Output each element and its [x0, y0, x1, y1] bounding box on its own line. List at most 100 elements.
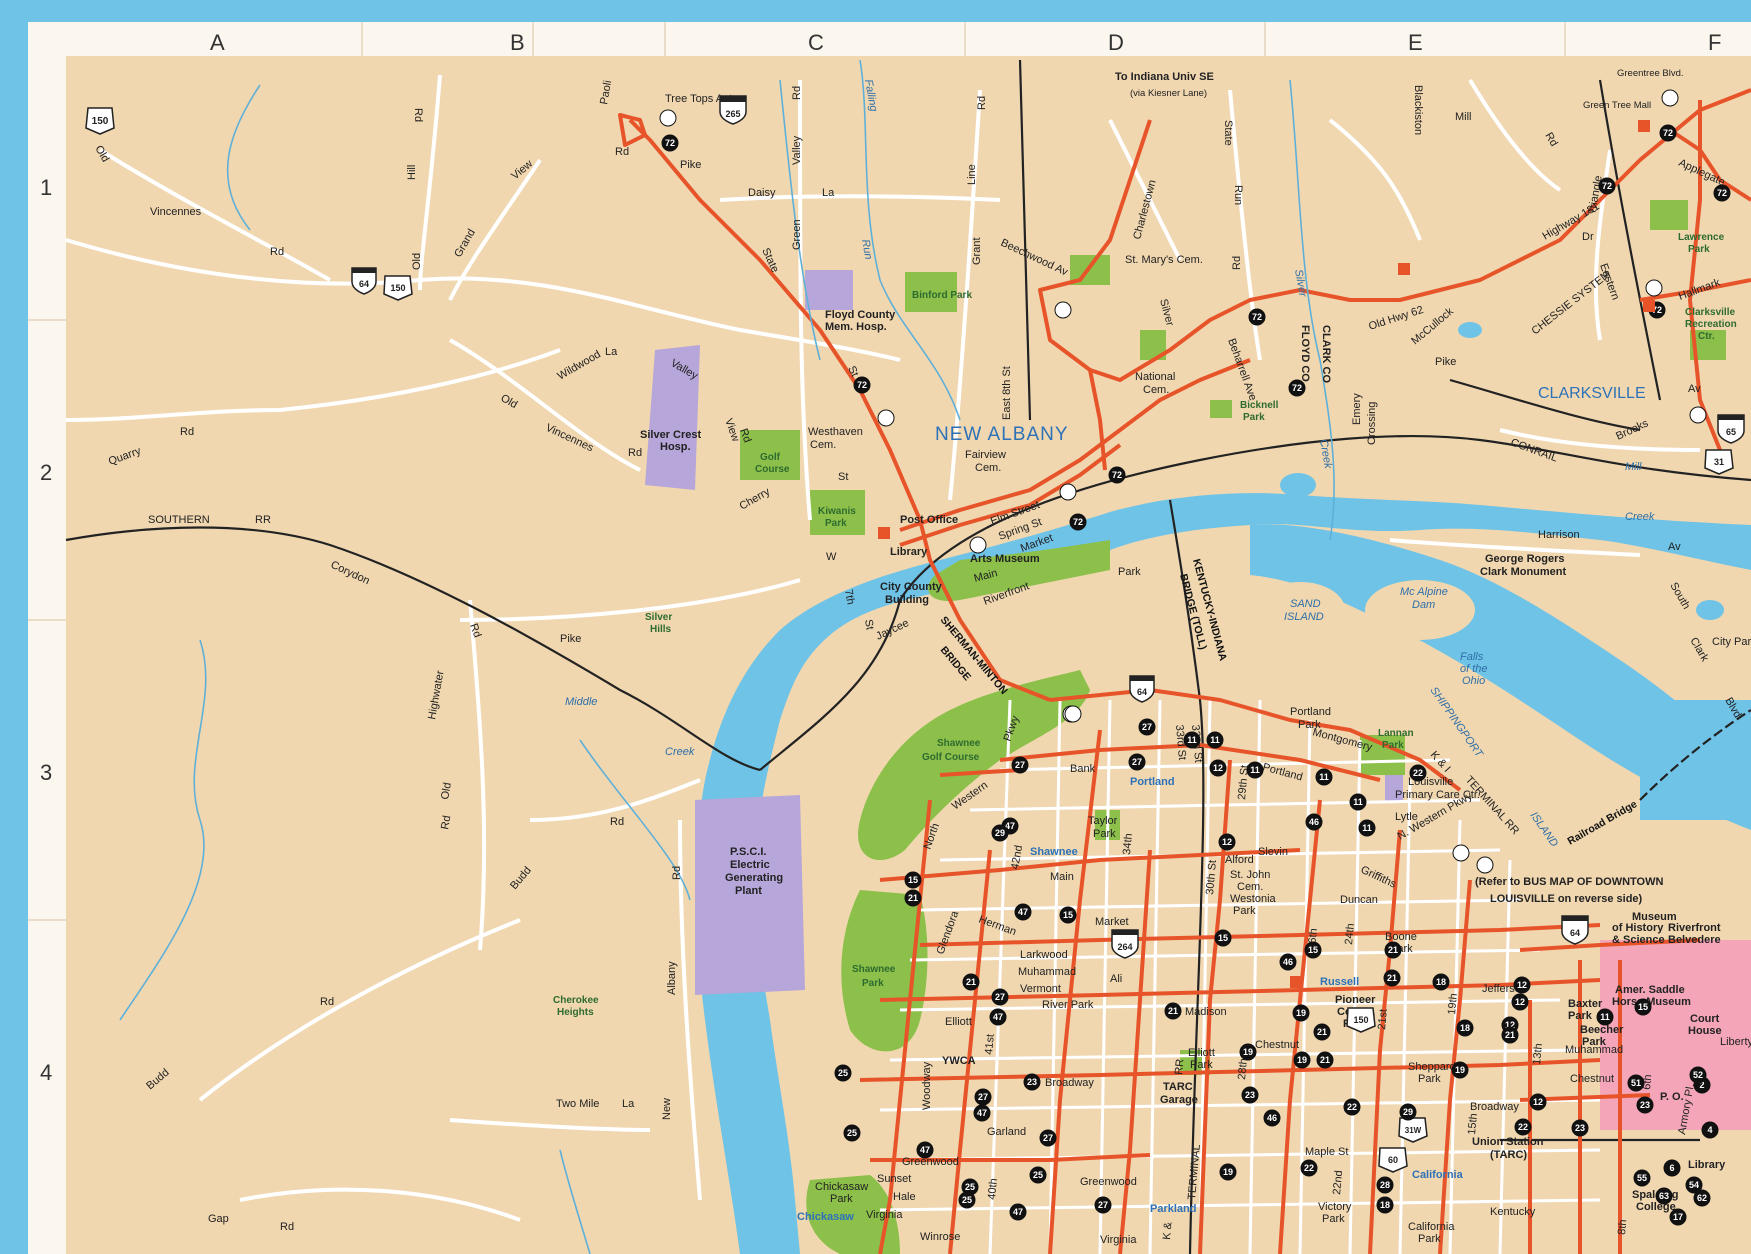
bus-route-number: 11: [1600, 1012, 1610, 1022]
road-line: Line: [966, 164, 978, 185]
road-rd-3: Rd: [412, 108, 424, 122]
road-st-15: 15th: [1466, 1113, 1480, 1135]
place-california: California: [1412, 1169, 1464, 1181]
bus-route-number: 21: [966, 977, 976, 987]
place-new-albany: NEW ALBANY: [935, 424, 1069, 445]
landmark-floyd-hosp-2: Mem. Hosp.: [825, 321, 887, 333]
bus-route-number: 72: [1292, 383, 1302, 393]
bus-route-number: 72: [1073, 517, 1083, 527]
note-indiana-univ: To Indiana Univ SE: [1115, 71, 1214, 83]
road-rd-5: Rd: [976, 96, 988, 110]
shield-us150-russell: 150: [1346, 1007, 1376, 1033]
landmark-fairview-2: Cem.: [975, 462, 1001, 474]
bus-route-number: 54: [1689, 1180, 1699, 1190]
road-rd-16: Rd: [280, 1221, 294, 1233]
road-woodway: Woodway: [921, 1061, 933, 1110]
bus-route-number: 27: [1043, 1133, 1053, 1143]
road-st-2: St: [838, 471, 848, 483]
shield-i64-downtown: 64: [1561, 915, 1589, 945]
road-broadway-1: Broadway: [1045, 1077, 1094, 1089]
landmark-city-county-2: Building: [885, 594, 929, 606]
bus-route-number: 15: [1218, 933, 1228, 943]
bus-route-number: 55: [1637, 1173, 1647, 1183]
road-run-1: Run: [1232, 185, 1244, 205]
bus-route-number: 63: [1659, 1191, 1669, 1201]
bus-route-number: 21: [1168, 1006, 1178, 1016]
bus-route-number: 73: [1063, 487, 1073, 497]
road-river-park: River Park: [1042, 999, 1094, 1011]
road-hale: Hale: [893, 1191, 916, 1203]
road-valley-1: Valley: [791, 135, 803, 165]
place-russell: Russell: [1320, 976, 1359, 988]
bus-route-number: 4: [1707, 1125, 1712, 1135]
landmark-st-john-2: Cem.: [1237, 881, 1263, 893]
water-mill-creek-2: Creek: [1625, 511, 1655, 523]
bus-route-number: 12: [1515, 997, 1525, 1007]
grid-col-b: B: [510, 30, 525, 55]
road-muhammad-2: Muhammad: [1565, 1044, 1623, 1056]
grid-row-1: 1: [40, 175, 52, 200]
landmark-st-marys: St. Mary's Cem.: [1125, 254, 1203, 266]
bus-route-number: 70: [1665, 93, 1675, 103]
road-bank: Bank: [1070, 763, 1096, 775]
bus-route-number: 72: [1663, 128, 1673, 138]
park-westonia-1: Westonia: [1230, 893, 1277, 905]
shield-i64-bridge: 64: [1129, 675, 1155, 703]
park-kiwanis-2: Park: [825, 518, 847, 529]
road-la-2: La: [605, 346, 618, 358]
place-chickasaw: Chickasaw: [797, 1211, 854, 1223]
road-elliott: Elliott: [945, 1016, 972, 1028]
grid-col-d: D: [1108, 30, 1124, 55]
road-two-mile: Two Mile: [556, 1098, 599, 1110]
bus-route-number: 22: [1347, 1102, 1357, 1112]
park-elliott-2: Park: [1190, 1059, 1213, 1071]
road-winrose: Winrose: [920, 1231, 960, 1243]
road-mill: Mill: [1455, 111, 1472, 123]
svg-text:31: 31: [1714, 457, 1724, 467]
bus-route-number: 69: [663, 113, 673, 123]
place-clarksville: CLARKSVILLE: [1538, 385, 1646, 402]
water-mcalpine-1: Mc Alpine: [1400, 586, 1448, 598]
road-pike-3: Pike: [560, 633, 581, 645]
road-pike-2: Pike: [1435, 356, 1456, 368]
landmark-fairview-1: Fairview: [965, 449, 1006, 461]
lake-1: [1280, 473, 1316, 497]
bus-route-number: 11: [1362, 823, 1372, 833]
bus-route-number: 12: [1213, 763, 1223, 773]
floyd-hosp-area: [805, 270, 853, 310]
svg-text:64: 64: [1570, 928, 1580, 938]
bus-route-number: 72: [1252, 312, 1262, 322]
bus-route-number: 11: [1353, 797, 1363, 807]
landmark-floyd-hosp-1: Floyd County: [825, 309, 896, 321]
bus-route-number: 69: [881, 413, 891, 423]
park-golf-2: Course: [755, 464, 790, 475]
water-mill-creek: Mill: [1625, 461, 1642, 473]
bus-route-number: 12: [1517, 980, 1527, 990]
road-vermont: Vermont: [1020, 983, 1061, 995]
bus-route-number: 23: [1640, 1100, 1650, 1110]
bus-route-number: 29: [995, 828, 1005, 838]
bus-route-number: 23: [1245, 1090, 1255, 1100]
road-daisy: Daisy: [748, 187, 776, 199]
svg-text:64: 64: [1137, 687, 1147, 697]
bus-route-number: 17: [1673, 1212, 1683, 1222]
note-bus-map-ref-2: LOUISVILLE on reverse side): [1490, 893, 1643, 905]
landmark-library: Library: [890, 546, 928, 558]
road-st-24: 24th: [1343, 923, 1357, 945]
landmark-science-1: & Science: [1612, 934, 1665, 946]
water-falls-3: Ohio: [1462, 675, 1485, 687]
road-larkwood: Larkwood: [1020, 949, 1068, 961]
lake-3: [1696, 600, 1724, 620]
road-grant: Grant: [971, 237, 983, 265]
bus-route-number: 46: [1267, 1113, 1277, 1123]
svg-text:264: 264: [1117, 942, 1132, 952]
road-st-41: 41st: [983, 1033, 997, 1055]
road-kentucky: Kentucky: [1490, 1206, 1536, 1218]
road-rd-9: Rd: [628, 447, 642, 459]
grid-row-4: 4: [40, 1060, 52, 1085]
bus-route-number: 25: [965, 1182, 975, 1192]
road-rd-14: Rd: [671, 866, 683, 880]
park-clarksville-rec-1: Clarksville: [1685, 307, 1735, 318]
shield-i265: 265: [719, 95, 747, 125]
lawrence-green: [1650, 200, 1688, 230]
